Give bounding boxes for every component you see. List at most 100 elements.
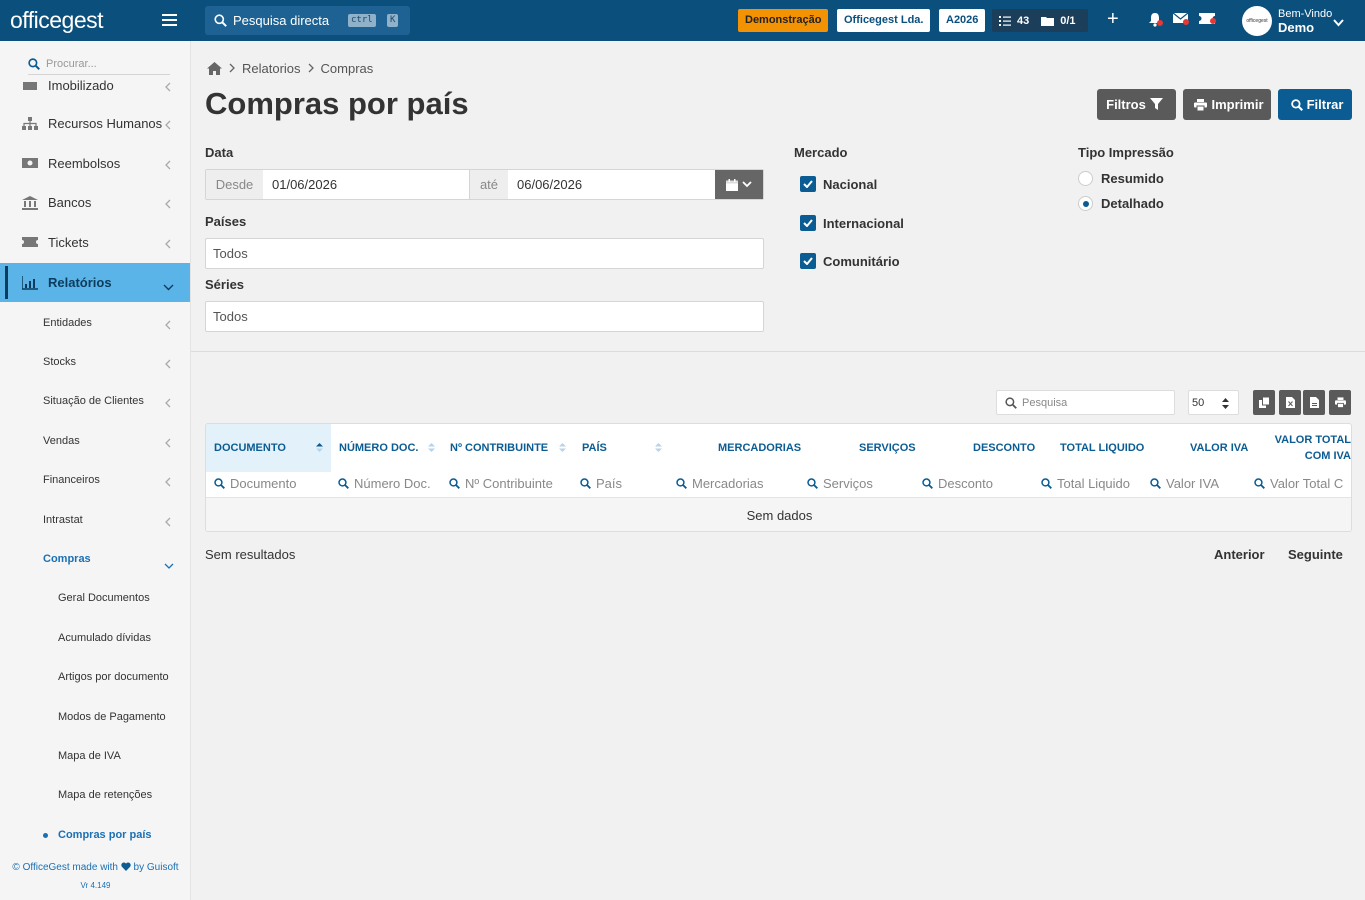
page-size-select[interactable]: 50 xyxy=(1188,390,1239,415)
print-button[interactable]: Imprimir xyxy=(1183,89,1271,120)
quick-search[interactable]: Pesquisa directa ctrl K xyxy=(205,6,410,35)
sidebar-subitem-vendas[interactable]: Vendas xyxy=(0,422,190,461)
sidebar-item-bancos[interactable]: Bancos xyxy=(0,183,190,222)
date-to-input[interactable]: 06/06/2026 xyxy=(508,170,715,199)
checkbox-checked[interactable] xyxy=(800,215,816,231)
bell-icon[interactable] xyxy=(1148,12,1163,30)
sort-icon[interactable] xyxy=(655,443,662,455)
calendar-dropdown-button[interactable] xyxy=(715,170,763,199)
filter-contribuinte[interactable]: Nº Contribuinte xyxy=(449,476,553,491)
home-icon[interactable] xyxy=(207,62,222,75)
filter-submit-button[interactable]: Filtrar xyxy=(1278,89,1352,120)
column-header-label: TOTAL LIQUIDO xyxy=(1060,442,1145,454)
demo-badge[interactable]: Demonstração xyxy=(738,9,829,32)
filter-valor-iva[interactable]: Valor IVA xyxy=(1150,476,1219,491)
filter-documento[interactable]: Documento xyxy=(214,476,296,491)
sidebar-subitem-intrastat[interactable]: Intrastat xyxy=(0,501,190,540)
filters-button[interactable]: Filtros xyxy=(1097,89,1176,120)
table-search-input[interactable]: Pesquisa xyxy=(1022,397,1067,409)
filter-valor-total[interactable]: Valor Total C xyxy=(1254,476,1343,491)
checkbox-checked[interactable] xyxy=(800,253,816,269)
checkbox-internacional[interactable]: Internacional xyxy=(800,215,904,231)
filter-servicos[interactable]: Serviços xyxy=(807,476,873,491)
tasks-counter[interactable]: 43 xyxy=(992,15,1029,27)
company-badge[interactable]: Officegest Lda. xyxy=(837,9,931,32)
logo[interactable]: officegest xyxy=(0,0,191,41)
column-header-desconto[interactable]: DESCONTO xyxy=(973,424,1043,472)
column-header-mercadorias[interactable]: MERCADORIAS xyxy=(718,424,818,472)
sidebar-subitem-situacao-clientes[interactable]: Situação de Clientes xyxy=(0,382,190,421)
column-header-total-liquido[interactable]: TOTAL LIQUIDO xyxy=(1060,424,1160,472)
column-header-numero-doc[interactable]: NÚMERO DOC. xyxy=(339,424,443,472)
column-header-valor-total[interactable]: VALOR TOTAL COM IVA xyxy=(1272,424,1351,472)
filter-desconto[interactable]: Desconto xyxy=(922,476,993,491)
radio-detalhado[interactable]: Detalhado xyxy=(1078,196,1164,211)
breadcrumb-item-relatorios[interactable]: Relatorios xyxy=(242,61,301,76)
avatar[interactable]: officegest xyxy=(1242,6,1272,36)
prev-page-button[interactable]: Anterior xyxy=(1214,547,1265,562)
sidebar-subitem-compras[interactable]: Compras xyxy=(0,540,190,579)
sidebar-item-relatorios[interactable]: Relatórios xyxy=(0,263,190,302)
chevron-left-icon xyxy=(165,318,171,333)
sort-icon[interactable] xyxy=(428,443,435,455)
sidebar-link-label: Compras por país xyxy=(58,829,152,841)
filters-button-label: Filtros xyxy=(1106,97,1146,112)
sidebar-item-reembolsos[interactable]: Reembolsos xyxy=(0,144,190,183)
checkbox-comunitario[interactable]: Comunitário xyxy=(800,253,900,269)
sidebar-item-recursos-humanos[interactable]: Recursos Humanos xyxy=(0,104,190,143)
year-badge[interactable]: A2026 xyxy=(939,9,986,32)
sidebar-subitem-stocks[interactable]: Stocks xyxy=(0,343,190,382)
sidebar-link-mapa-retencoes[interactable]: Mapa de retenções xyxy=(0,776,190,815)
date-from-input[interactable]: 01/06/2026 xyxy=(263,170,470,199)
csv-export-button[interactable] xyxy=(1303,390,1325,415)
column-header-contribuinte[interactable]: Nº CONTRIBUINTE xyxy=(450,424,576,472)
column-header-servicos[interactable]: SERVIÇOS xyxy=(859,424,929,472)
from-addon: Desde xyxy=(206,170,263,199)
counts-badge[interactable]: 43 0/1 xyxy=(992,9,1088,32)
sidebar-link-geral-documentos[interactable]: Geral Documentos xyxy=(0,579,190,618)
sidebar-subitem-entidades[interactable]: Entidades xyxy=(0,304,190,343)
envelope-icon[interactable] xyxy=(1172,12,1189,27)
next-page-button[interactable]: Seguinte xyxy=(1288,547,1343,562)
sidebar-link-artigos-documento[interactable]: Artigos por documento xyxy=(0,658,190,697)
search-icon xyxy=(214,14,227,27)
column-header-pais[interactable]: PAÍS xyxy=(582,424,672,472)
filter-numero-doc[interactable]: Número Doc. xyxy=(338,476,431,491)
sidebar-link-modos-pagamento[interactable]: Modos de Pagamento xyxy=(0,698,190,737)
excel-export-button[interactable] xyxy=(1279,390,1301,415)
sort-icon[interactable] xyxy=(559,443,566,455)
menu-icon[interactable] xyxy=(162,14,177,26)
sidebar-item-imobilizado[interactable]: Imobilizado xyxy=(0,68,190,98)
column-header-label: MERCADORIAS xyxy=(718,442,802,454)
radio-resumido[interactable]: Resumido xyxy=(1078,171,1164,186)
table-search[interactable]: Pesquisa xyxy=(996,390,1175,415)
sidebar-link-compras-por-pais[interactable]: Compras por país xyxy=(0,816,190,855)
radio-unselected[interactable] xyxy=(1078,171,1093,186)
sidebar-link-acumulado-dividas[interactable]: Acumulado dívidas xyxy=(0,619,190,658)
chevron-left-icon xyxy=(165,436,171,451)
checkbox-checked[interactable] xyxy=(800,176,816,192)
filter-pais[interactable]: País xyxy=(580,476,622,491)
radio-selected[interactable] xyxy=(1078,196,1093,211)
column-header-documento[interactable]: DOCUMENTO xyxy=(206,424,331,472)
folder-counter[interactable]: 0/1 xyxy=(1029,15,1076,27)
filter-placeholder: Nº Contribuinte xyxy=(465,476,553,491)
ticket-icon[interactable] xyxy=(1199,12,1216,27)
column-header-valor-iva[interactable]: VALOR IVA xyxy=(1190,424,1260,472)
sidebar-item-tickets[interactable]: Tickets xyxy=(0,223,190,262)
filter-placeholder: Total Liquido xyxy=(1057,476,1130,491)
plus-icon[interactable]: + xyxy=(1107,9,1119,29)
filter-mercadorias[interactable]: Mercadorias xyxy=(676,476,764,491)
breadcrumb-item-compras[interactable]: Compras xyxy=(321,61,374,76)
sidebar-subitem-financeiros[interactable]: Financeiros xyxy=(0,461,190,500)
copy-button[interactable] xyxy=(1253,390,1275,415)
checkbox-nacional[interactable]: Nacional xyxy=(800,176,877,192)
chevron-down-icon[interactable] xyxy=(1333,15,1344,30)
sort-asc-icon[interactable] xyxy=(316,443,323,455)
countries-select[interactable]: Todos xyxy=(205,238,764,269)
filter-total-liquido[interactable]: Total Liquido xyxy=(1041,476,1130,491)
series-select[interactable]: Todos xyxy=(205,301,764,332)
table-print-button[interactable] xyxy=(1329,390,1351,415)
user-name[interactable]: Demo xyxy=(1278,20,1314,35)
sidebar-link-mapa-iva[interactable]: Mapa de IVA xyxy=(0,737,190,776)
